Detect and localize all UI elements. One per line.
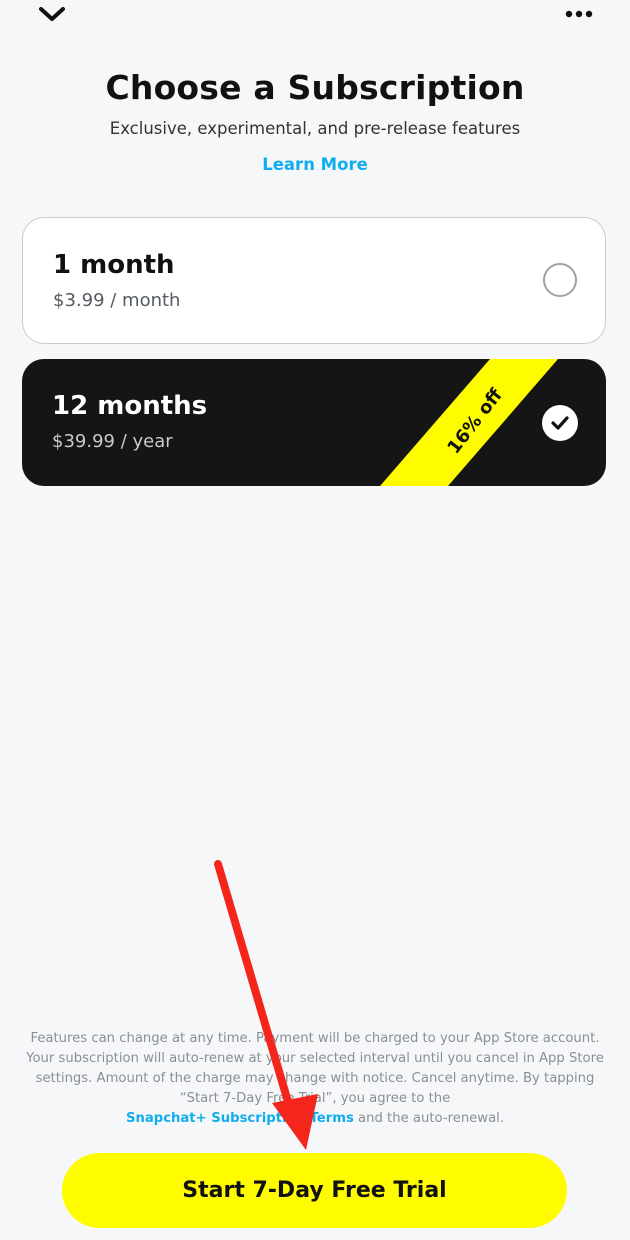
- plan-option-1-month[interactable]: 1 month $3.99 / month: [22, 217, 606, 344]
- checkmark-selected-icon[interactable]: [542, 405, 578, 441]
- legal-line: “Start 7-Day Free Trial”, you agree to t…: [179, 1091, 451, 1106]
- plan-option-12-months[interactable]: 12 months $39.99 / year: [22, 359, 606, 486]
- plan-price: $3.99 / month: [53, 290, 181, 311]
- legal-line: Features can change at any time. Payment…: [30, 1031, 600, 1046]
- legal-line: settings. Amount of the charge may chang…: [35, 1071, 595, 1086]
- legal-disclaimer: Features can change at any time. Payment…: [20, 1029, 610, 1129]
- more-horizontal-icon[interactable]: [564, 4, 594, 24]
- subscription-terms-link[interactable]: Snapchat+ Subscription Terms: [126, 1111, 354, 1126]
- legal-line: Snapchat+ Subscription Terms and the aut…: [20, 1109, 610, 1129]
- radio-unselected-icon[interactable]: [543, 263, 577, 297]
- plan-price: $39.99 / year: [52, 431, 173, 452]
- discount-ribbon: [380, 359, 558, 486]
- learn-more-link[interactable]: Learn More: [0, 155, 630, 174]
- plan-name: 12 months: [52, 391, 208, 421]
- legal-tail: and the auto-renewal.: [353, 1111, 505, 1126]
- legal-line: Your subscription will auto-renew at you…: [26, 1051, 604, 1066]
- chevron-down-icon[interactable]: [36, 2, 68, 26]
- page-subtitle: Exclusive, experimental, and pre-release…: [109, 119, 521, 138]
- start-free-trial-button[interactable]: Start 7-Day Free Trial: [62, 1153, 567, 1228]
- top-bar: [0, 0, 630, 30]
- plan-name: 1 month: [53, 250, 175, 280]
- page-title: Choose a Subscription: [105, 68, 525, 107]
